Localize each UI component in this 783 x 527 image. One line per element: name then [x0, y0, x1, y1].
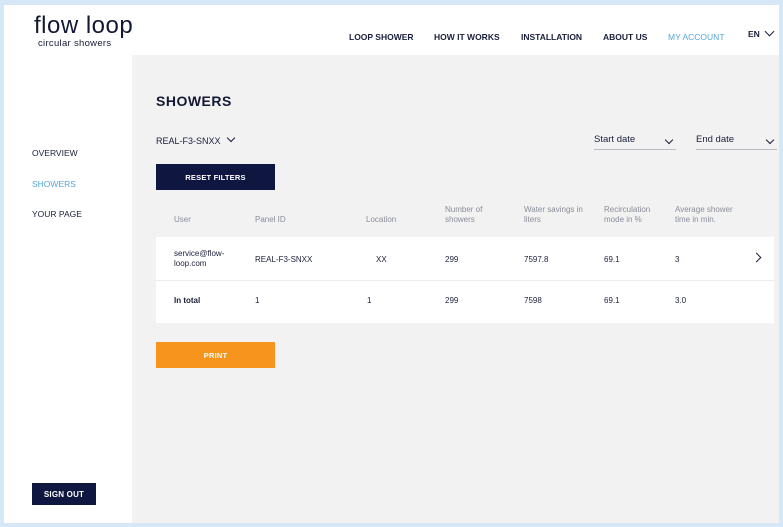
cell-average-time: 3 — [675, 255, 680, 264]
print-button[interactable]: PRINT — [156, 342, 275, 368]
column-header-number-of-showers: Number of showers — [445, 205, 483, 224]
cell-panel-id: REAL-F3-SNXX — [255, 255, 313, 264]
language-selector[interactable]: EN — [748, 26, 775, 39]
column-header-location: Location — [366, 215, 397, 224]
sign-out-button[interactable]: SIGN OUT — [32, 483, 96, 505]
end-date-label: End date — [696, 134, 735, 145]
chevron-right-icon[interactable] — [751, 252, 762, 263]
column-header-average-time: Average shower time in min. — [675, 205, 733, 224]
total-label: In total — [174, 296, 201, 305]
nav-about-us[interactable]: ABOUT US — [603, 32, 647, 42]
column-header-recirculation: Recirculation mode in % — [604, 205, 651, 224]
column-header-water-savings: Water savings in liters — [524, 205, 583, 224]
sidebar-item-overview[interactable]: OVERVIEW — [32, 148, 78, 158]
panel-filter-select[interactable]: REAL-F3-SNXX — [156, 133, 235, 146]
chevron-down-icon — [765, 135, 775, 145]
top-header: flow loop circular showers LOOP SHOWER H… — [4, 5, 779, 55]
table-header: User Panel ID Location Number of showers… — [156, 205, 779, 237]
chevron-down-icon — [664, 135, 674, 145]
sidebar: OVERVIEW SHOWERS YOUR PAGE SIGN OUT — [4, 55, 132, 523]
brand-name: flow loop — [34, 12, 134, 39]
language-label: EN — [748, 29, 760, 39]
total-location: 1 — [367, 296, 372, 305]
column-header-user: User — [174, 215, 191, 224]
sidebar-item-showers[interactable]: SHOWERS — [32, 179, 76, 189]
sidebar-item-your-page[interactable]: YOUR PAGE — [32, 209, 82, 219]
nav-my-account[interactable]: MY ACCOUNT — [668, 32, 725, 42]
cell-recirculation: 69.1 — [604, 255, 620, 264]
column-header-panel-id: Panel ID — [255, 215, 286, 224]
cell-water-savings: 7597.8 — [524, 255, 549, 264]
chevron-down-icon — [226, 133, 235, 143]
total-panel-id: 1 — [255, 296, 260, 305]
nav-loop-shower[interactable]: LOOP SHOWER — [349, 32, 414, 42]
total-row: In total 1 1 299 7598 69.1 3.0 — [156, 280, 774, 324]
cell-location: XX — [376, 255, 387, 264]
panel-filter-value: REAL-F3-SNXX — [156, 136, 221, 146]
start-date-select[interactable]: Start date — [594, 134, 676, 150]
page-title: SHOWERS — [156, 93, 232, 109]
showers-table: service@flow-loop.com REAL-F3-SNXX XX 29… — [156, 237, 774, 323]
cell-user: service@flow-loop.com — [174, 249, 225, 268]
cell-showers: 299 — [445, 255, 459, 264]
start-date-label: Start date — [594, 134, 636, 145]
brand-tagline: circular showers — [38, 38, 112, 49]
brand-logo[interactable]: flow loop circular showers — [34, 12, 134, 50]
chevron-down-icon — [764, 26, 775, 37]
main-content: SHOWERS REAL-F3-SNXX Start date End date… — [132, 55, 779, 523]
end-date-select[interactable]: End date — [696, 134, 777, 150]
nav-installation[interactable]: INSTALLATION — [521, 32, 582, 42]
total-showers: 299 — [445, 296, 459, 305]
total-water-savings: 7598 — [524, 296, 542, 305]
table-row[interactable]: service@flow-loop.com REAL-F3-SNXX XX 29… — [156, 237, 774, 280]
reset-filters-button[interactable]: RESET FILTERS — [156, 164, 275, 190]
total-average-time: 3.0 — [675, 296, 687, 305]
total-recirculation: 69.1 — [604, 296, 620, 305]
nav-how-it-works[interactable]: HOW IT WORKS — [434, 32, 500, 42]
